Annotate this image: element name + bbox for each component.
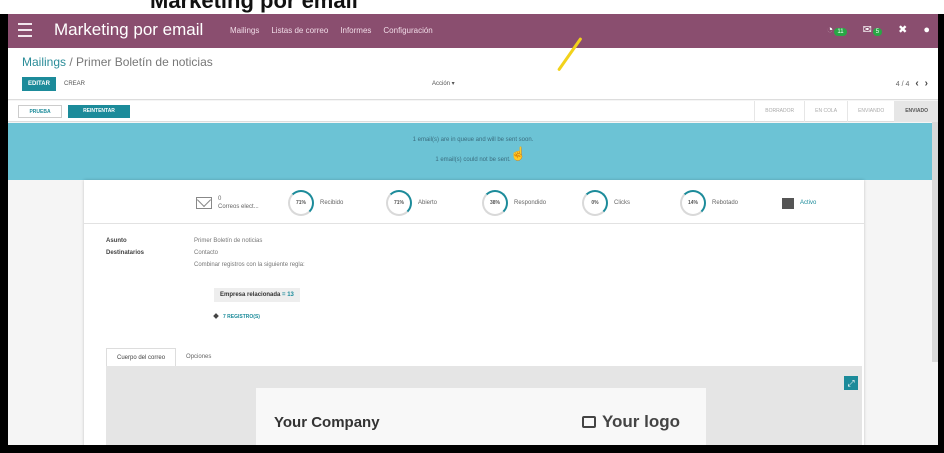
stat-emails[interactable]: 0 Correos elect...: [196, 190, 259, 216]
pager: 4 / 4 ‹ ›: [896, 77, 928, 92]
tab-options[interactable]: Opciones: [176, 348, 222, 368]
emails-count: 0: [218, 196, 222, 202]
menu-item-reports[interactable]: Informes: [340, 26, 371, 35]
bounced-ring: 14%: [680, 190, 706, 216]
next-icon[interactable]: ›: [925, 78, 928, 89]
info-alert: 1 email(s) are in queue and will be sent…: [8, 123, 938, 180]
breadcrumb-separator: /: [66, 55, 77, 69]
stage-sending[interactable]: ENVIANDO: [847, 101, 894, 122]
stat-opened[interactable]: 71% Abierto: [386, 190, 437, 216]
systray: ◔ 11 ✉ 5 ✖ ●: [827, 23, 930, 36]
stage-sent[interactable]: ENVIADO: [894, 101, 938, 122]
recipients-label: Destinatarios: [106, 250, 145, 256]
menu-item-mailing-lists[interactable]: Listas de correo: [271, 26, 328, 35]
alert-queue-text: 1 email(s) are in queue and will be sent…: [412, 137, 534, 143]
alert-failed-text[interactable]: 1 email(s) could not be sent.: [8, 157, 938, 163]
image-icon: [581, 416, 596, 428]
mail-preview: Your Company Your logo: [256, 388, 706, 445]
retry-button[interactable]: REINTENTAR: [68, 105, 130, 118]
opened-label: Abierto: [418, 200, 438, 206]
received-ring: 71%: [288, 190, 314, 216]
stat-bounced[interactable]: 14% Rebotado: [680, 190, 738, 216]
control-panel: Mailings / Primer Boletín de noticias ED…: [8, 48, 938, 100]
received-label: Recibido: [320, 200, 344, 206]
edit-button[interactable]: EDITAR: [22, 77, 56, 91]
logo-text: Your logo: [601, 412, 680, 431]
top-navbar: Marketing por email Mailings Listas de c…: [8, 14, 938, 48]
active-label: Activo: [800, 200, 817, 206]
stat-active[interactable]: Activo: [782, 190, 816, 216]
form-sheet: 0 Correos elect... 71% Recibido 71% Abier…: [84, 180, 864, 445]
main-menu: Mailings Listas de correo Informes Confi…: [230, 26, 433, 35]
bounced-label: Rebotado: [712, 200, 739, 206]
envelope-icon: [196, 197, 212, 209]
notebook-tabs: Cuerpo del correo Opciones: [106, 348, 222, 368]
domain-rule-tag[interactable]: Empresa relacionada = 13: [214, 288, 300, 302]
clicks-label: Clicks: [614, 200, 630, 206]
menu-item-mailings[interactable]: Mailings: [230, 26, 259, 35]
status-bar: PRUEBA REINTENTAR BORRADOR EN COLA ENVIA…: [8, 101, 938, 122]
stat-clicks[interactable]: 0% Clicks: [582, 190, 630, 216]
caption-strip: Marketing por email: [0, 0, 944, 14]
company-name: Your Company: [274, 414, 380, 431]
subject-value: Primer Boletín de noticias: [194, 238, 263, 244]
caption-text: Marketing por email: [150, 0, 358, 13]
chat-icon[interactable]: ✉ 5: [863, 23, 883, 36]
rule-text: Combinar registros con la siguiente regl…: [194, 262, 305, 268]
scrollbar[interactable]: [932, 122, 938, 362]
rule-field: Empresa relacionada: [220, 292, 281, 298]
activity-badge: 11: [834, 27, 847, 36]
previous-icon[interactable]: ‹: [915, 78, 918, 89]
opened-ring: 71%: [386, 190, 412, 216]
logo-placeholder: Your logo: [581, 412, 680, 432]
stat-buttons: 0 Correos elect... 71% Recibido 71% Abier…: [84, 180, 864, 224]
records-bullet-icon: [213, 313, 219, 319]
stage-list: BORRADOR EN COLA ENVIANDO ENVIADO: [754, 101, 938, 122]
user-avatar-icon[interactable]: ●: [923, 24, 930, 36]
apps-menu-icon[interactable]: [18, 23, 32, 37]
breadcrumb-root[interactable]: Mailings: [22, 55, 66, 69]
stat-replied[interactable]: 38% Respondido: [482, 190, 546, 216]
pager-value[interactable]: 4 / 4: [896, 81, 910, 88]
stage-queued[interactable]: EN COLA: [804, 101, 847, 122]
emails-label: Correos elect...: [218, 204, 259, 210]
archive-icon: [782, 197, 794, 209]
menu-item-configuration[interactable]: Configuración: [383, 26, 432, 35]
replied-label: Respondido: [514, 200, 547, 206]
breadcrumb-current: Primer Boletín de noticias: [76, 55, 213, 69]
breadcrumb: Mailings / Primer Boletín de noticias: [22, 55, 213, 69]
records-link[interactable]: 7 REGISTRO(S): [213, 313, 260, 320]
recipients-value: Contacto: [194, 250, 219, 256]
replied-ring: 38%: [482, 190, 508, 216]
mouse-cursor-icon: ☝: [510, 146, 527, 161]
app-frame: Marketing por email Mailings Listas de c…: [8, 14, 938, 445]
mail-body-editor[interactable]: ⤢ Your Company Your logo: [106, 366, 862, 445]
test-button[interactable]: PRUEBA: [18, 105, 62, 118]
activity-icon[interactable]: ◔ 11: [827, 24, 847, 36]
mailing-fields: Asunto Primer Boletín de noticias Destin…: [106, 238, 305, 274]
stat-received[interactable]: 71% Recibido: [288, 190, 343, 216]
action-dropdown[interactable]: Acción ▾: [432, 77, 455, 91]
chat-badge: 5: [872, 28, 883, 36]
create-button[interactable]: CREAR: [64, 77, 85, 91]
app-brand[interactable]: Marketing por email: [54, 20, 203, 40]
tools-icon[interactable]: ✖: [898, 23, 907, 36]
clicks-ring: 0%: [582, 190, 608, 216]
stage-draft[interactable]: BORRADOR: [754, 101, 804, 122]
tab-mail-body[interactable]: Cuerpo del correo: [106, 348, 177, 368]
rule-value: = 13: [280, 292, 294, 298]
expand-icon[interactable]: ⤢: [844, 376, 858, 390]
subject-label: Asunto: [106, 238, 127, 244]
records-label: 7 REGISTRO(S): [223, 314, 260, 320]
